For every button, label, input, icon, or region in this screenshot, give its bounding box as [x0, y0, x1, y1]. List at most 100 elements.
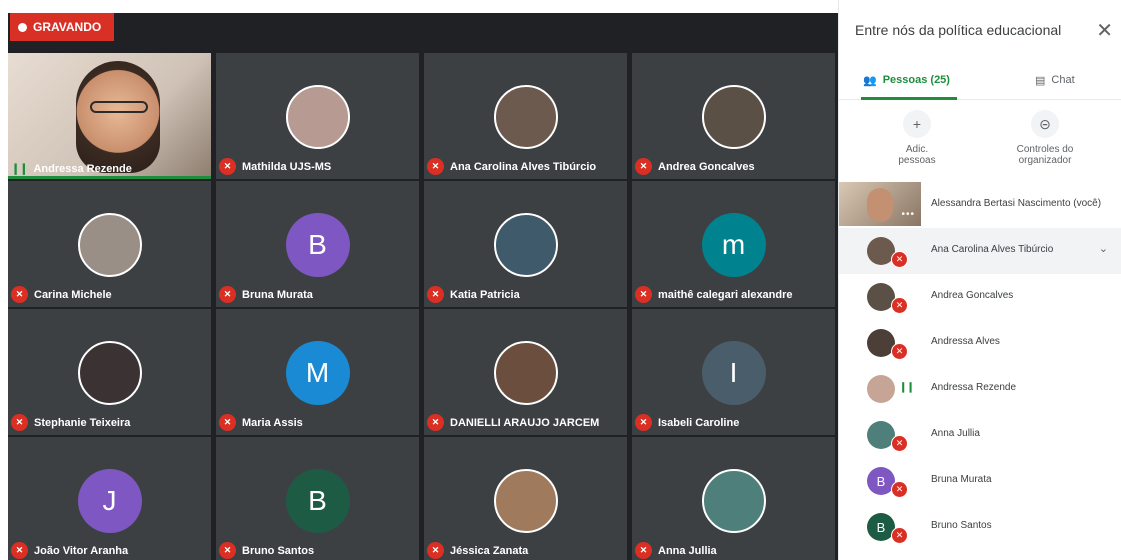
participant-name-line: ✕ Maria Assis [219, 414, 303, 431]
participant-name-line: ✕ João Vitor Aranha [11, 542, 128, 559]
person-name: Andrea Goncalves [931, 290, 1014, 301]
participant-tile[interactable]: I ✕ Isabeli Caroline [632, 309, 835, 435]
meeting-screen: GRAVANDO ❙❙ Andressa Rezende ✕ Mathilda UJS… [0, 0, 1121, 560]
participant-avatar [493, 341, 558, 405]
participant-avatar [285, 85, 350, 149]
mic-on-icon: ❙❙ [11, 163, 28, 175]
person-name: Bruna Murata [931, 474, 992, 485]
mic-off-icon: ✕ [11, 286, 28, 303]
participant-tile[interactable]: ✕ Jéssica Zanata [424, 437, 627, 560]
person-name: Andressa Alves [931, 336, 1000, 347]
mic-off-icon: ✕ [891, 527, 908, 544]
person-name: Anna Jullia [931, 428, 980, 439]
active-tab-indicator [861, 97, 957, 100]
participant-name: Maria Assis [242, 416, 303, 429]
tab-chat[interactable]: ▤ Chat [1035, 60, 1075, 100]
side-panel: Entre nós da política educacional ✕ 👥 Pe… [838, 0, 1121, 560]
people-list-item[interactable]: ❙❙ Andressa Rezende [839, 366, 1121, 412]
mic-off-icon: ✕ [891, 481, 908, 498]
participant-name-line: ✕ Mathilda UJS-MS [219, 158, 331, 175]
participant-name-line: ✕ DANIELLI ARAUJO JARCEM [427, 414, 599, 431]
recording-dot-icon [18, 22, 27, 32]
participant-tile[interactable]: ✕ DANIELLI ARAUJO JARCEM [424, 309, 627, 435]
participant-tile[interactable]: B ✕ Bruno Santos [216, 437, 419, 560]
people-list-item[interactable]: ••• Alessandra Bertasi Nascimento (você) [839, 182, 1121, 228]
self-thumbnail: ••• [839, 182, 921, 226]
panel-tabs: 👥 Pessoas (25) ▤ Chat [839, 60, 1121, 100]
person-avatar [867, 375, 895, 403]
participant-name: DANIELLI ARAUJO JARCEM [450, 416, 600, 429]
participant-avatar [701, 469, 766, 533]
participant-tile[interactable]: ✕ Mathilda UJS-MS [216, 53, 419, 179]
participant-name-line: ❙❙ Andressa Rezende [11, 162, 132, 176]
participant-avatar: M [285, 341, 350, 405]
participant-name-line: ✕ Katia Patricia [427, 286, 520, 303]
participant-tile[interactable]: M ✕ Maria Assis [216, 309, 419, 435]
mic-off-icon: ✕ [219, 542, 236, 559]
close-icon[interactable]: ✕ [1096, 18, 1113, 43]
participant-tile[interactable]: m ✕ maithê calegari alexandre [632, 181, 835, 307]
participant-tile[interactable]: ✕ Andrea Goncalves [632, 53, 835, 179]
participant-name: Ana Carolina Alves Tibúrcio [450, 160, 597, 173]
people-list-item[interactable]: ✕ Andrea Goncalves [839, 274, 1121, 320]
add-people-button[interactable]: + Adic. pessoas [867, 108, 967, 166]
participant-name: Bruna Murata [242, 288, 313, 301]
participant-name-line: ✕ Jéssica Zanata [427, 542, 528, 559]
participant-tile[interactable]: ✕ Stephanie Teixeira [8, 309, 211, 435]
tab-people-label: Pessoas (25) [882, 74, 950, 86]
participant-avatar [493, 85, 558, 149]
speaking-indicator-bar [8, 176, 211, 179]
participant-tile[interactable]: ✕ Anna Jullia [632, 437, 835, 560]
toggle-icon: ⊝ [1031, 110, 1059, 138]
tab-chat-label: Chat [1051, 74, 1075, 86]
participant-tile[interactable]: ✕ Carina Michele [8, 181, 211, 307]
people-list-item[interactable]: B ✕ Bruna Murata [839, 458, 1121, 504]
participant-avatar: I [701, 341, 766, 405]
tab-people[interactable]: 👥 Pessoas (25) [863, 60, 950, 100]
host-controls-label: Controles do organizador [1016, 144, 1074, 166]
mic-off-icon: ✕ [891, 343, 908, 360]
video-stage: GRAVANDO ❙❙ Andressa Rezende ✕ Mathilda UJS… [0, 0, 838, 560]
mic-off-icon: ✕ [427, 286, 444, 303]
recording-label: GRAVANDO [33, 20, 102, 34]
participant-name: Andressa Rezende [33, 162, 132, 175]
participant-name: Andrea Goncalves [658, 160, 755, 173]
people-list-item[interactable]: ✕ Anna Jullia [839, 412, 1121, 458]
mic-off-icon: ✕ [891, 435, 908, 452]
participant-name: maithê calegari alexandre [658, 288, 793, 301]
participant-name-line: ✕ maithê calegari alexandre [635, 286, 793, 303]
mic-off-icon: ✕ [635, 286, 652, 303]
participant-avatar: m [701, 213, 766, 277]
people-list-item[interactable]: ✕ Ana Carolina Alves Tibúrcio ⌄ [839, 228, 1121, 274]
participant-name-line: ✕ Bruno Santos [219, 542, 314, 559]
glasses-shape [90, 101, 148, 113]
mic-off-icon: ✕ [11, 542, 28, 559]
chevron-down-icon[interactable]: ⌄ [1099, 242, 1108, 255]
add-people-label: Adic. pessoas [898, 144, 936, 166]
mic-off-icon: ✕ [635, 158, 652, 175]
participant-name: Jéssica Zanata [450, 544, 529, 557]
participant-tile[interactable]: ✕ Katia Patricia [424, 181, 627, 307]
participant-grid: ❙❙ Andressa Rezende ✕ Mathilda UJS-MS ✕ Ana C… [8, 53, 838, 560]
participant-tile[interactable]: B ✕ Bruna Murata [216, 181, 419, 307]
participant-avatar [493, 469, 558, 533]
participant-avatar: J [77, 469, 142, 533]
mic-off-icon: ✕ [891, 251, 908, 268]
participant-name: Anna Jullia [658, 544, 717, 557]
mic-off-icon: ✕ [219, 414, 236, 431]
chat-icon: ▤ [1035, 74, 1046, 87]
people-list-item[interactable]: ✕ Andressa Alves [839, 320, 1121, 366]
host-controls-button[interactable]: ⊝ Controles do organizador [995, 108, 1095, 166]
more-options-icon[interactable]: ••• [901, 209, 915, 220]
participant-name-line: ✕ Carina Michele [11, 286, 112, 303]
participant-tile[interactable]: ✕ Ana Carolina Alves Tibúrcio [424, 53, 627, 179]
person-name: Bruno Santos [931, 520, 992, 531]
participant-name: João Vitor Aranha [34, 544, 129, 557]
mic-off-icon: ✕ [635, 414, 652, 431]
people-list-item[interactable]: B ✕ Bruno Santos [839, 504, 1121, 550]
participant-tile[interactable]: ❙❙ Andressa Rezende [8, 53, 211, 179]
participant-tile[interactable]: J ✕ João Vitor Aranha [8, 437, 211, 560]
participant-name: Mathilda UJS-MS [242, 160, 332, 173]
participant-avatar: B [285, 213, 350, 277]
mic-off-icon: ✕ [427, 542, 444, 559]
